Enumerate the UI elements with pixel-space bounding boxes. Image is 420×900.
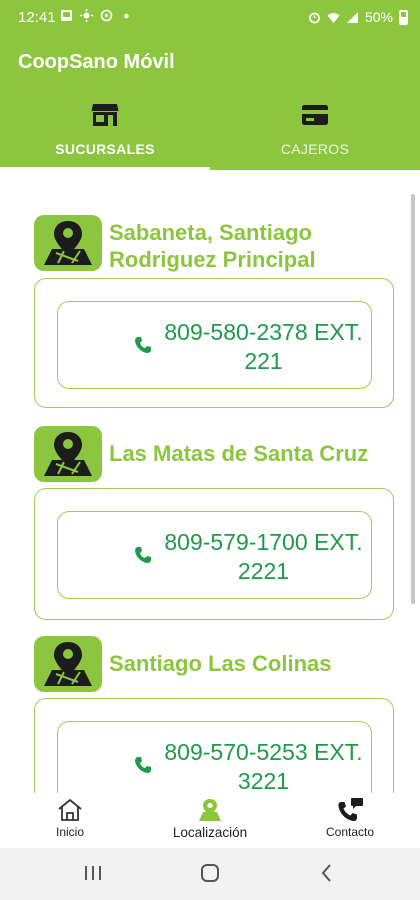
home-icon	[58, 798, 82, 821]
status-bar: 12:41 50%	[0, 0, 420, 34]
store-icon	[91, 104, 119, 126]
phone-icon	[135, 337, 151, 353]
nav-contacto-label: Contacto	[325, 825, 375, 839]
nav-localizacion[interactable]: Localización	[160, 793, 260, 848]
photo-icon	[61, 10, 72, 21]
status-time: 12:41	[18, 9, 56, 26]
phone-number: 809-579-1700 EXT. 2221	[164, 529, 363, 584]
branch-item: Santiago Las Colinas 809-570-5253 EXT. 3…	[34, 636, 396, 793]
branch-card: 809-579-1700 EXT. 2221	[34, 488, 394, 620]
notification-icons	[60, 9, 133, 22]
bottom-nav: Inicio Localización Contacto	[0, 793, 420, 848]
wifi-icon	[327, 12, 340, 23]
phone-button[interactable]: 809-570-5253 EXT. 3221	[57, 721, 372, 793]
branch-list[interactable]: Sabaneta, Santiago Rodriguez Principal 8…	[0, 170, 420, 793]
map-pin-icon	[34, 215, 102, 271]
branch-header: Sabaneta, Santiago Rodriguez Principal	[34, 215, 396, 275]
tab-sucursales-label: SUCURSALES	[55, 141, 155, 157]
branch-item: Las Matas de Santa Cruz 809-579-1700 EXT…	[34, 426, 396, 620]
system-status-icons: 50%	[308, 9, 408, 25]
phone-button[interactable]: 809-579-1700 EXT. 2221	[57, 511, 372, 599]
contact-phone-icon	[338, 798, 363, 822]
recents-icon[interactable]	[80, 860, 106, 886]
branch-card: 809-580-2378 EXT. 221	[34, 278, 394, 408]
system-nav-bar	[0, 848, 420, 900]
nav-localizacion-label: Localización	[172, 825, 248, 840]
map-pin-icon	[34, 636, 102, 692]
phone-icon	[135, 757, 151, 773]
back-icon[interactable]	[314, 860, 340, 886]
tab-cajeros-label: CAJEROS	[280, 141, 350, 157]
phone-icon	[135, 547, 151, 563]
battery-icon	[399, 9, 408, 25]
scrollbar[interactable]	[411, 194, 415, 604]
phone-number: 809-570-5253 EXT. 3221	[164, 739, 363, 793]
branch-name: Sabaneta, Santiago Rodriguez Principal	[109, 220, 316, 272]
weather-icon	[80, 9, 93, 22]
branch-item: Sabaneta, Santiago Rodriguez Principal 8…	[34, 215, 396, 408]
nav-inicio-label: Inicio	[55, 825, 84, 839]
phone-number: 809-580-2378 EXT. 221	[164, 319, 363, 374]
alarm-icon	[309, 12, 320, 23]
home-circle-icon[interactable]	[197, 860, 223, 886]
dot-icon	[124, 13, 129, 19]
branch-header: Las Matas de Santa Cruz	[34, 426, 396, 486]
battery-percent: 50%	[364, 9, 393, 25]
signal-icon	[346, 11, 358, 23]
app-title: CoopSano Móvil	[18, 51, 175, 73]
branch-name: Santiago Las Colinas	[109, 651, 332, 676]
phone-button[interactable]: 809-580-2378 EXT. 221	[57, 301, 372, 389]
tab-cajeros[interactable]: CAJEROS	[210, 96, 420, 170]
map-pin-icon	[34, 426, 102, 482]
card-icon	[302, 105, 328, 125]
branch-header: Santiago Las Colinas	[34, 636, 396, 696]
nav-contacto[interactable]: Contacto	[315, 793, 385, 848]
app-bar: CoopSano Móvil SUCURSALES CAJEROS	[0, 34, 420, 170]
tab-sucursales[interactable]: SUCURSALES	[0, 96, 210, 170]
nav-inicio[interactable]: Inicio	[30, 793, 110, 848]
location-icon	[199, 799, 221, 821]
branch-name: Las Matas de Santa Cruz	[109, 441, 369, 466]
navigation-icon	[100, 9, 113, 22]
branch-card: 809-570-5253 EXT. 3221	[34, 698, 394, 793]
